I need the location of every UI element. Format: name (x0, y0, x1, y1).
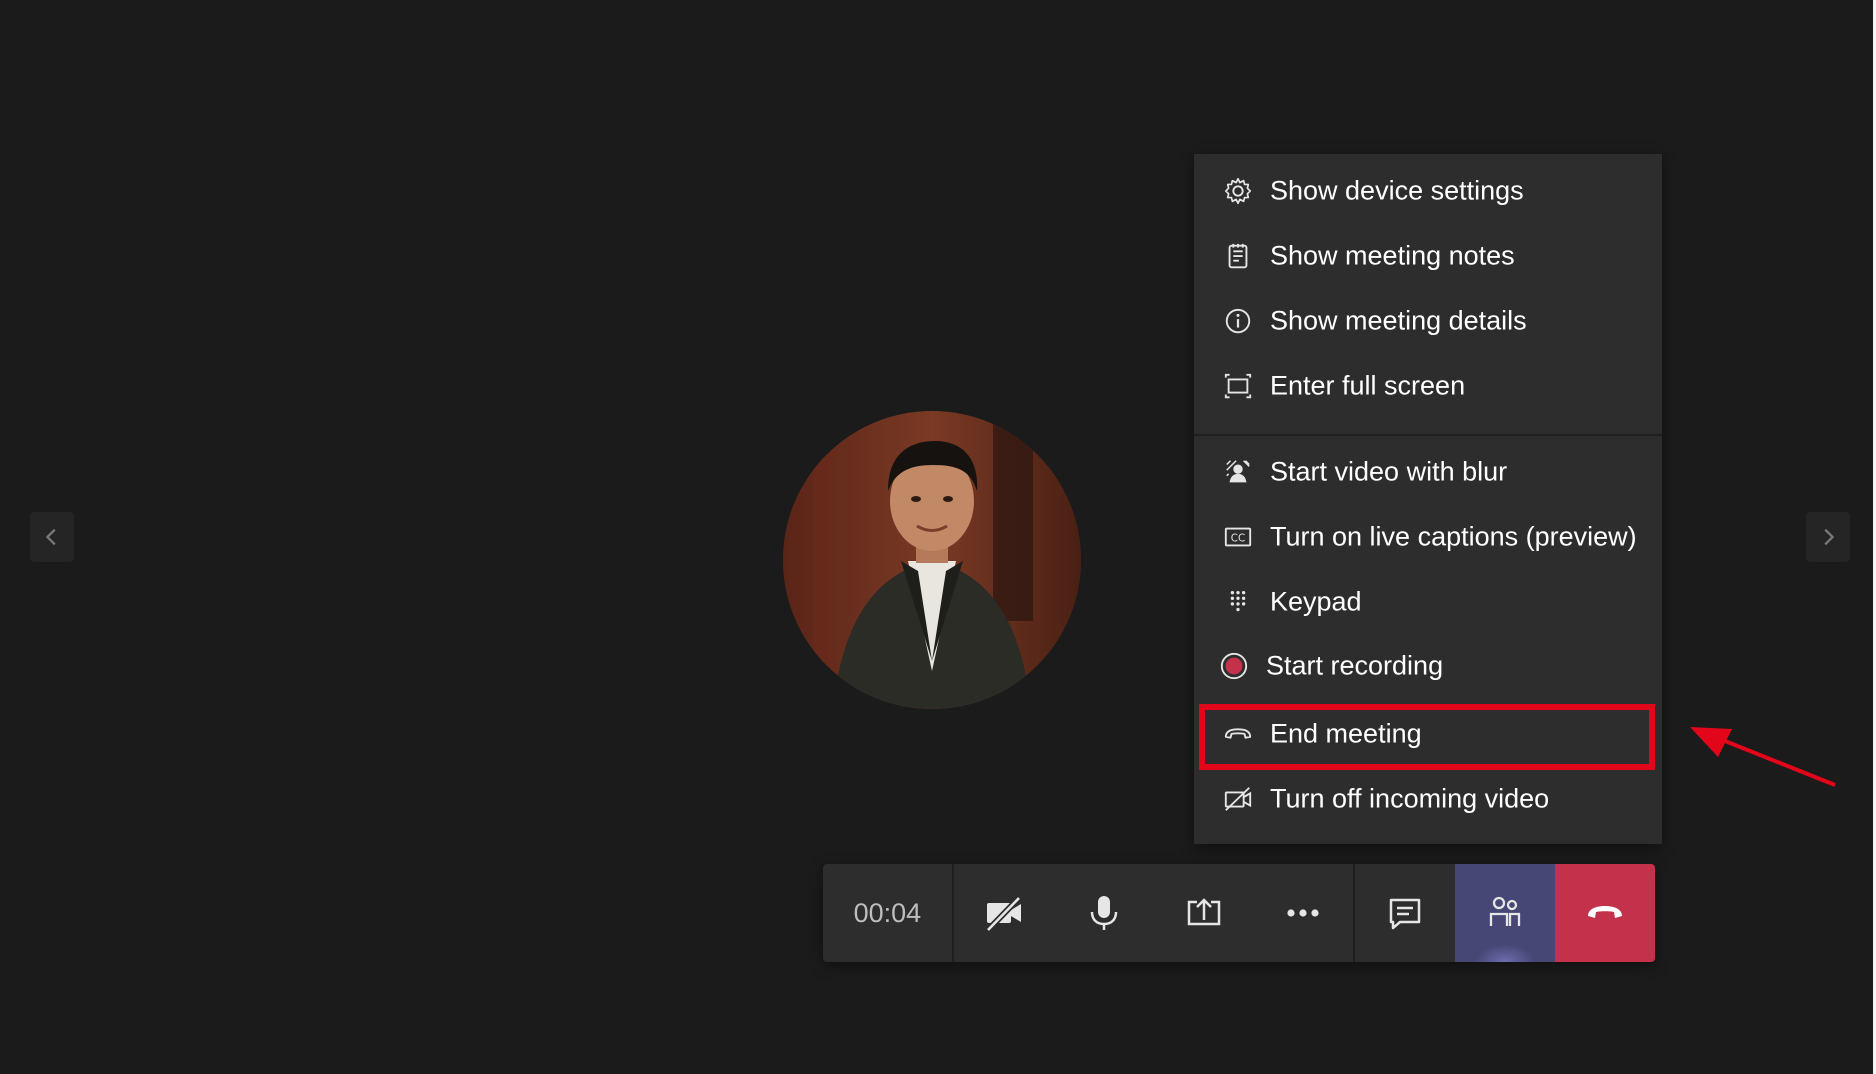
menu-divider (1194, 434, 1662, 436)
share-screen-icon (1187, 898, 1220, 926)
menu-item-full-screen[interactable]: Enter full screen (1194, 354, 1662, 418)
menu-item-label: End meeting (1270, 718, 1422, 749)
blur-background-icon (1222, 456, 1254, 488)
phone-hangup-icon (1588, 906, 1623, 918)
gear-icon (1222, 175, 1254, 207)
end-call-icon (1222, 718, 1254, 750)
video-off-icon (985, 895, 1021, 933)
menu-item-label: Show meeting notes (1270, 240, 1515, 271)
menu-item-live-captions[interactable]: CC Turn on live captions (preview) (1194, 505, 1662, 569)
chat-icon (1390, 898, 1421, 930)
menu-item-label: Enter full screen (1270, 370, 1466, 401)
menu-item-label: Show device settings (1270, 175, 1524, 206)
menu-item-label: Start video with blur (1270, 456, 1508, 487)
menu-item-incoming-video-off[interactable]: Turn off incoming video (1194, 767, 1662, 831)
annotation-arrow-icon (1690, 727, 1836, 787)
call-toolbar: 00:04 (823, 864, 1655, 962)
menu-item-start-recording[interactable]: Start recording (1194, 634, 1662, 698)
menu-item-device-settings[interactable]: Show device settings (1194, 159, 1662, 223)
menu-item-meeting-details[interactable]: Show meeting details (1194, 289, 1662, 353)
fullscreen-icon (1222, 370, 1254, 402)
call-timer: 00:04 (823, 864, 954, 962)
incoming-video-off-icon (1222, 783, 1254, 815)
record-icon (1218, 650, 1250, 682)
chat-button[interactable] (1355, 864, 1455, 962)
menu-item-end-meeting[interactable]: End meeting (1194, 702, 1662, 766)
menu-item-keypad[interactable]: Keypad (1194, 570, 1662, 634)
more-actions-menu: Show device settings Show meeting notes … (1194, 154, 1662, 844)
previous-page-button[interactable] (30, 512, 74, 562)
menu-item-meeting-notes[interactable]: Show meeting notes (1194, 224, 1662, 288)
chevron-left-icon (45, 528, 56, 546)
participant-photo (783, 411, 1081, 709)
menu-item-label: Start recording (1266, 650, 1444, 681)
share-button[interactable] (1154, 864, 1254, 962)
chevron-right-icon (1824, 528, 1835, 546)
menu-item-label: Show meeting details (1270, 305, 1527, 336)
menu-item-label: Turn off incoming video (1270, 783, 1550, 814)
camera-off-button[interactable] (954, 864, 1054, 962)
svg-text:CC: CC (1231, 533, 1245, 545)
next-page-button[interactable] (1806, 512, 1850, 562)
menu-item-label: Turn on live captions (preview) (1270, 521, 1637, 552)
microphone-icon (1090, 896, 1117, 930)
people-icon (1490, 896, 1521, 926)
menu-item-video-blur[interactable]: Start video with blur (1194, 440, 1662, 504)
participants-button[interactable] (1455, 864, 1556, 962)
more-actions-button[interactable] (1253, 864, 1353, 962)
cc-icon: CC (1222, 521, 1254, 553)
notes-icon (1222, 240, 1254, 272)
mic-button[interactable] (1054, 864, 1154, 962)
hang-up-button[interactable] (1555, 864, 1655, 962)
participant-avatar (783, 411, 1081, 709)
menu-item-label: Keypad (1270, 586, 1362, 617)
more-horizontal-icon (1287, 909, 1320, 917)
keypad-icon (1222, 586, 1254, 618)
info-icon (1222, 305, 1254, 337)
